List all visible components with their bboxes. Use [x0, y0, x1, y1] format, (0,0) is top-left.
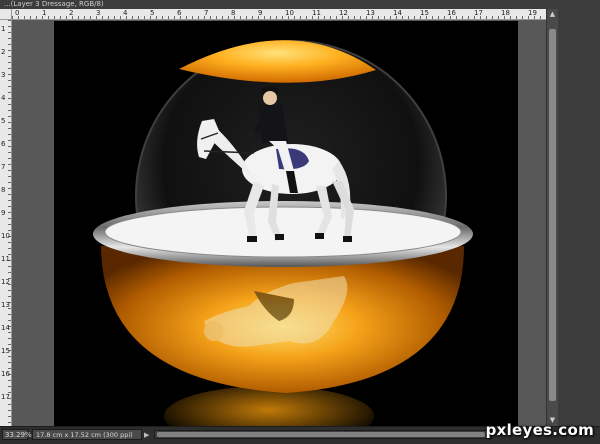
ruler-top-label: 0 — [15, 9, 20, 17]
ruler-top-label: 8 — [231, 9, 236, 17]
document-size: 17.8 cm x 17.52 cm (300 ppi) — [36, 431, 133, 439]
ruler-top-label: 4 — [123, 9, 128, 17]
ruler-top-label: 3 — [96, 9, 101, 17]
ruler-left-label: 17 — [1, 393, 10, 401]
info-menu-arrow-icon[interactable]: ▶ — [144, 430, 149, 440]
ruler-left-label: 3 — [1, 71, 6, 79]
ruler-left-label: 5 — [1, 117, 6, 125]
floor-reflection — [164, 386, 374, 427]
ruler-top-label: 6 — [177, 9, 182, 17]
document-tab-title: ...(Layer 3 Dressage, RGB/8) — [4, 0, 104, 8]
ruler-left-label: 8 — [1, 186, 6, 194]
ruler-top-label: 7 — [204, 9, 209, 17]
ruler-top-label: 10 — [285, 9, 294, 17]
ruler-left-label: 6 — [1, 140, 6, 148]
ruler-top-label: 11 — [312, 9, 321, 17]
ruler-left-label: 12 — [1, 278, 10, 286]
ruler-top-label: 14 — [393, 9, 402, 17]
ruler-corner[interactable] — [0, 9, 12, 20]
ruler-top-label: 12 — [339, 9, 348, 17]
ruler-left-label: 9 — [1, 209, 6, 217]
ruler-top-label: 5 — [150, 9, 155, 17]
ruler-left-label: 10 — [1, 232, 10, 240]
workspace — [12, 20, 546, 427]
zoom-level: 33.29% — [5, 431, 32, 439]
document-canvas[interactable] — [54, 21, 518, 427]
ruler-left-label: 13 — [1, 301, 10, 309]
vertical-ruler[interactable]: 1 2 3 4 5 6 7 8 9 10 11 12 13 14 15 16 17 — [0, 20, 12, 426]
scroll-up-icon[interactable]: ▲ — [549, 11, 556, 18]
canvas-artwork — [93, 40, 473, 427]
vertical-scrollbar[interactable]: ▲ ▼ — [546, 9, 558, 426]
ruler-left-label: 2 — [1, 48, 6, 56]
right-panel — [558, 0, 600, 444]
ruler-top-label: 15 — [420, 9, 429, 17]
ruler-top-label: 19 — [528, 9, 537, 17]
ruler-top-label: 2 — [69, 9, 74, 17]
horizontal-scrollbar[interactable] — [154, 430, 492, 439]
vertical-scroll-thumb[interactable] — [549, 29, 556, 401]
ruler-top-label: 18 — [501, 9, 510, 17]
ruler-left-label: 7 — [1, 163, 6, 171]
watermark: pxleyes.com — [485, 421, 594, 439]
ruler-left-label: 4 — [1, 94, 6, 102]
horizontal-ruler[interactable]: 0 1 2 3 4 5 6 7 8 9 10 11 12 13 14 15 16 17 18 19 — [12, 9, 546, 20]
ruler-left-label: 14 — [1, 324, 10, 332]
ruler-top-label: 17 — [474, 9, 483, 17]
ruler-left-label: 16 — [1, 370, 10, 378]
zoom-level-field[interactable]: 33.29% — [2, 429, 32, 440]
ruler-left-label: 15 — [1, 347, 10, 355]
ruler-top-label: 1 — [42, 9, 47, 17]
ruler-top-label: 13 — [366, 9, 375, 17]
ruler-left-label: 11 — [1, 255, 10, 263]
ruler-top-label: 16 — [447, 9, 456, 17]
ruler-left-label: 1 — [1, 25, 6, 33]
document-tab[interactable]: ...(Layer 3 Dressage, RGB/8) — [0, 0, 600, 9]
document-info: 17.8 cm x 17.52 cm (300 ppi) — [32, 429, 142, 440]
ruler-top-label: 9 — [258, 9, 263, 17]
horizontal-scroll-thumb[interactable] — [157, 432, 485, 437]
